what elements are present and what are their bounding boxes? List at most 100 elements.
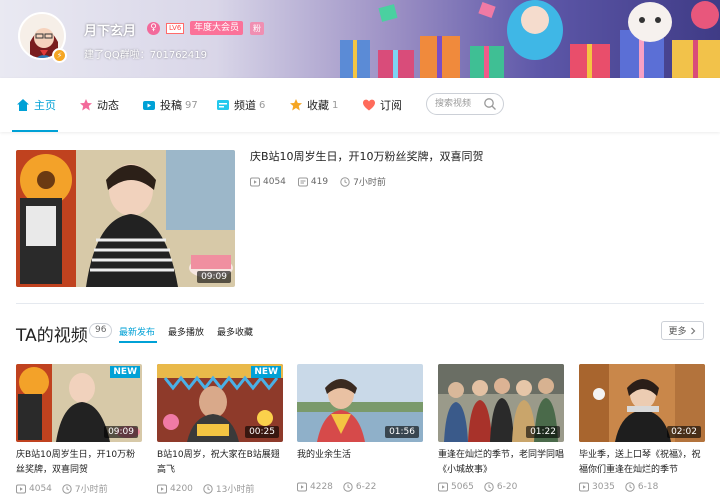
video-duration: 01:56 (385, 426, 419, 438)
publish-time-value: 7小时前 (353, 178, 386, 188)
play-count: 3035 (579, 482, 615, 492)
sort-tab-most-played[interactable]: 最多播放 (168, 325, 204, 338)
video-card[interactable]: NEW 00:25 B站10周岁，祝大家在B站展翅高飞 4200 13小时前 (157, 364, 283, 495)
danmaku-count-value: 419 (310, 176, 329, 187)
video-thumbnail[interactable]: 01:22 (438, 364, 564, 442)
username: 月下玄月 (84, 24, 137, 39)
publish-time: 6-22 (343, 482, 376, 492)
nav-tab-label: 收藏 (307, 99, 329, 112)
clock-icon (340, 176, 350, 187)
active-tab-indicator (12, 130, 58, 132)
nav-tab-label: 主页 (34, 99, 56, 112)
publish-time: 6-20 (484, 482, 517, 492)
publish-time: 6-18 (625, 482, 658, 492)
play-count-value: 4054 (29, 483, 52, 494)
play-count-icon (438, 482, 448, 492)
banner-illustration (340, 0, 720, 78)
play-count: 4228 (297, 482, 333, 492)
play-count-icon (250, 177, 260, 186)
vip-badge[interactable]: 年度大会员 (190, 21, 244, 35)
nav-tab-label: 订阅 (380, 99, 402, 112)
clock-icon (62, 483, 72, 494)
clock-icon (203, 483, 213, 494)
video-meta: 3035 6-18 (579, 482, 705, 492)
publish-time: 7小时前 (340, 175, 386, 188)
home-icon (17, 99, 29, 111)
video-thumbnail[interactable]: NEW 00:25 (157, 364, 283, 442)
video-search-box[interactable] (426, 93, 504, 115)
video-duration: 02:02 (667, 426, 701, 438)
channel-icon (217, 100, 229, 110)
star-icon (290, 99, 302, 111)
danmaku-icon (297, 177, 308, 186)
sort-tab-latest[interactable]: 最新发布 (119, 325, 155, 338)
play-count-value: 3035 (592, 482, 615, 492)
video-card[interactable]: NEW 09:09 庆B站10周岁生日，开10万粉丝奖牌，双喜同贺 4054 7… (16, 364, 142, 495)
search-icon[interactable] (483, 97, 497, 111)
video-thumbnail[interactable]: 02:02 (579, 364, 705, 442)
gender-female-icon: ♀ (147, 22, 160, 35)
nav-tab-subscriptions[interactable]: 订阅 (362, 96, 402, 114)
publish-time: 7小时前 (62, 482, 108, 495)
video-meta: 4200 13小时前 (157, 482, 283, 495)
video-duration: 00:25 (245, 426, 279, 438)
space-nav-bar: 主页 动态 投稿 97 频道 6 收藏 1 订阅 (0, 78, 720, 132)
video-title[interactable]: 重逢在灿烂的季节，老同学同唱《小城故事》 (438, 448, 564, 478)
clock-icon (343, 482, 353, 492)
featured-video-title[interactable]: 庆B站10周岁生日，开10万粉丝奖牌，双喜同贺 (250, 148, 484, 164)
play-count-icon (297, 482, 307, 492)
more-videos-button[interactable]: 更多 (661, 321, 704, 340)
verified-badge-icon: ⚡ (52, 48, 67, 63)
more-button-label: 更多 (668, 327, 687, 337)
video-title[interactable]: 我的业余生活 (297, 448, 423, 478)
profile-sign[interactable]: 建了QQ群啦：701762419 (84, 46, 207, 61)
video-meta: 5065 6-20 (438, 482, 564, 492)
featured-video-stats: 4054 419 7小时前 (250, 175, 398, 188)
nav-tab-favorites[interactable]: 收藏 1 (289, 96, 338, 114)
level-badge: LV6 (166, 23, 185, 34)
profile-banner (0, 0, 720, 78)
video-title[interactable]: 庆B站10周岁生日，开10万粉丝奖牌，双喜同贺 (16, 448, 142, 478)
video-duration: 09:09 (197, 271, 231, 283)
video-card[interactable]: 02:02 毕业季，送上口琴《祝福》，祝福你们重逢在灿烂的季节 3035 6-1… (579, 364, 705, 492)
video-contribute-icon (143, 101, 155, 110)
nav-tab-dynamic[interactable]: 动态 (79, 96, 119, 114)
danmaku-count: 419 (297, 176, 329, 187)
nav-tab-label: 频道 (234, 99, 256, 112)
video-thumbnail[interactable]: NEW 09:09 (16, 364, 142, 442)
play-count-value: 5065 (451, 482, 474, 492)
sort-tab-most-favorited[interactable]: 最多收藏 (217, 325, 253, 338)
nav-tab-contribute[interactable]: 投稿 97 (142, 96, 198, 114)
video-thumbnail[interactable]: 01:56 (297, 364, 423, 442)
play-count-value: 4228 (310, 482, 333, 492)
video-card[interactable]: 01:56 我的业余生活 4228 6-22 (297, 364, 423, 492)
nav-tab-home[interactable]: 主页 (16, 96, 56, 114)
new-badge: NEW (251, 366, 281, 378)
nav-tab-count: 1 (332, 99, 339, 111)
publish-time-value: 6-18 (637, 482, 659, 492)
play-count-icon (157, 484, 167, 493)
dynamic-icon (80, 99, 92, 111)
video-duration: 09:09 (104, 426, 138, 438)
search-input[interactable] (435, 97, 487, 111)
nav-tab-count: 6 (259, 99, 266, 111)
publish-time-value: 6-20 (496, 482, 518, 492)
play-count: 4054 (250, 177, 286, 187)
video-title[interactable]: 毕业季，送上口琴《祝福》，祝福你们重逢在灿烂的季节 (579, 448, 705, 478)
video-card[interactable]: 01:22 重逢在灿烂的季节，老同学同唱《小城故事》 5065 6-20 (438, 364, 564, 492)
clock-icon (625, 482, 635, 492)
nav-tab-channel[interactable]: 频道 6 (216, 96, 265, 114)
publish-time-value: 13小时前 (215, 485, 255, 495)
nav-tab-label: 动态 (97, 99, 119, 112)
heart-icon (363, 99, 375, 111)
play-count-icon (579, 482, 589, 492)
play-count-icon (16, 484, 26, 493)
video-title[interactable]: B站10周岁，祝大家在B站展翅高飞 (157, 448, 283, 478)
play-count-value: 4054 (263, 176, 286, 187)
sort-tab-indicator (119, 341, 157, 343)
fans-medal-badge[interactable]: 粉 (250, 22, 264, 35)
clock-icon (484, 482, 494, 492)
section-title: TA的视频 (16, 326, 88, 346)
chevron-right-icon (690, 327, 695, 334)
featured-video-thumbnail[interactable]: 09:09 (16, 150, 235, 287)
